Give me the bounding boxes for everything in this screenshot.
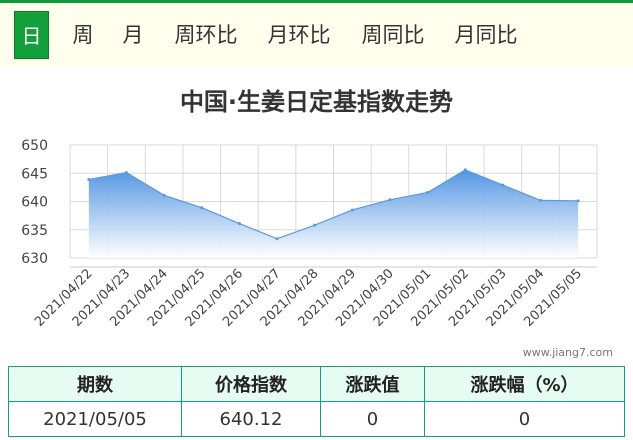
price-index-chart: 650645640635630 2021/04/222021/04/232021… [21, 138, 598, 330]
column-header-price-index: 价格指数 [181, 366, 321, 402]
y-tick-label: 635 [21, 223, 48, 239]
data-point [463, 168, 467, 172]
data-point [539, 198, 543, 202]
summary-table: 期数 价格指数 涨跌值 涨跌幅（%） 2021/05/05 640.12 0 0 [8, 366, 625, 437]
data-point [200, 206, 204, 210]
data-point [87, 177, 91, 181]
data-point [237, 222, 241, 226]
data-point [162, 193, 166, 197]
data-point [426, 190, 430, 194]
column-header-period: 期数 [8, 366, 182, 402]
data-point [388, 198, 392, 202]
column-header-change-value: 涨跌值 [320, 366, 425, 402]
cell-change-value: 0 [320, 401, 425, 437]
column-header-change-percent: 涨跌幅（%） [424, 366, 625, 402]
table-row: 2021/05/05 640.12 0 0 [8, 401, 625, 437]
table-header-row: 期数 价格指数 涨跌值 涨跌幅（%） [8, 366, 625, 402]
cell-change-percent: 0 [424, 401, 625, 437]
y-tick-label: 630 [21, 251, 48, 267]
cell-price-index: 640.12 [181, 401, 321, 437]
data-point [313, 223, 317, 227]
data-point [501, 183, 505, 187]
y-tick-label: 645 [21, 166, 48, 182]
data-point [576, 199, 580, 203]
data-point [275, 237, 279, 241]
site-watermark: www.jiang7.com [522, 346, 613, 359]
y-tick-label: 650 [21, 138, 48, 154]
data-point [350, 208, 354, 212]
y-tick-label: 640 [21, 195, 48, 211]
cell-period: 2021/05/05 [8, 401, 182, 437]
data-point [124, 171, 128, 175]
